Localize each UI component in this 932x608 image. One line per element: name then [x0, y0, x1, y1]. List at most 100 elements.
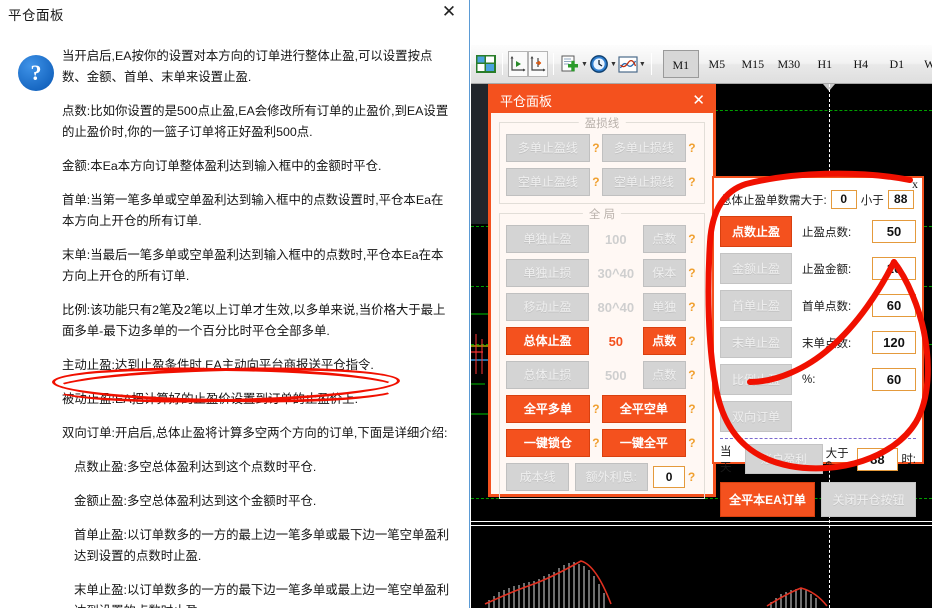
help-icon[interactable]: ? [686, 436, 698, 450]
help-icon[interactable]: ? [686, 300, 698, 314]
toolbar-separator [553, 53, 554, 75]
timeframe-m5[interactable]: M5 [699, 50, 735, 78]
short-take-profit-line-button[interactable]: 空单止盈线 [506, 168, 590, 196]
single-take-profit-value[interactable]: 100 [589, 232, 642, 247]
help-text-body: 当开启后,EA按你的设置对本方向的订单进行整体止盈,可以设置按点数、金额、首单、… [62, 46, 451, 608]
timeframe-m15[interactable]: M15 [735, 50, 771, 78]
disable-open-button[interactable]: 关闭开仓按钮 [821, 482, 916, 517]
order-count-label-before: 总体止盈单数需大于: [720, 194, 827, 207]
single-stop-loss-button[interactable]: 单独止损 [506, 259, 590, 287]
help-paragraph-indented: 金额止盈:多空总体盈利达到这个金额时平仓. [74, 494, 317, 508]
daily-profit-input[interactable]: 88 [856, 447, 899, 471]
single-take-profit-unit-button[interactable]: 点数 [642, 225, 686, 253]
total-stop-loss-value[interactable]: 500 [589, 368, 642, 383]
help-paragraph: 首单:当第一笔多单或空单盈利达到输入框中的点数设置时,平仓本Ea在本方向上开仓的… [62, 193, 444, 228]
account-profit-button[interactable]: 账户盈利 [744, 444, 823, 474]
trailing-take-profit-button[interactable]: 移动止盈 [506, 293, 590, 321]
points-take-profit-button[interactable]: 点数止盈 [720, 216, 792, 247]
popup-mode-rows: 点数止盈 止盈点数: 50 金额止盈 止盈金额: 10 首单止盈 首单点数: 6… [714, 209, 922, 432]
first-order-points-label: 首单点数: [802, 300, 852, 313]
single-stop-loss-unit-button[interactable]: 保本 [642, 259, 686, 287]
global-row: 移动止盈 80^40 单独 ? [506, 293, 698, 321]
help-icon[interactable]: ? [686, 141, 698, 155]
help-icon[interactable]: ? [590, 436, 602, 450]
chevron-down-icon[interactable]: ▼ [581, 51, 588, 77]
help-icon[interactable]: ? [590, 175, 602, 189]
vertical-line-icon[interactable] [528, 51, 548, 77]
short-stop-loss-line-button[interactable]: 空单止损线 [602, 168, 686, 196]
take-profit-points-input[interactable]: 50 [872, 220, 916, 243]
popup-close-icon[interactable]: x [912, 177, 918, 192]
amount-take-profit-button[interactable]: 金额止盈 [720, 253, 792, 284]
timeframe-h4[interactable]: H4 [843, 50, 879, 78]
help-icon[interactable]: ? [686, 402, 698, 416]
market-watch-icon[interactable] [475, 51, 497, 77]
total-take-profit-value[interactable]: 50 [589, 334, 642, 349]
cost-line-button[interactable]: 成本线 [506, 463, 570, 491]
pnl-line-legend: 盈损线 [578, 115, 626, 131]
timeframe-m1[interactable]: M1 [662, 50, 699, 78]
help-icon[interactable]: ? [686, 175, 698, 189]
chevron-down-icon[interactable]: ▼ [610, 51, 617, 77]
global-pair-row: 全平多单 ? 全平空单 ? [506, 395, 698, 423]
timeframe-h1[interactable]: H1 [807, 50, 843, 78]
total-take-profit-button[interactable]: 总体止盈 [506, 327, 590, 355]
help-icon[interactable]: ? [686, 334, 698, 348]
total-take-profit-settings-popup: x 总体止盈单数需大于: 0 小于 88 点数止盈 止盈点数: 50 金额止盈 … [712, 176, 924, 517]
order-count-min-input[interactable]: 0 [830, 190, 857, 209]
mt4-top-blank [471, 0, 932, 45]
panel-close-icon[interactable]: ✕ [692, 91, 705, 109]
total-stop-loss-unit-button[interactable]: 点数 [642, 361, 686, 389]
close-all-ea-orders-button[interactable]: 全平本EA订单 [720, 482, 815, 517]
timeframe-m30[interactable]: M30 [771, 50, 807, 78]
ratio-take-profit-button[interactable]: 比例止盈 [720, 364, 792, 395]
close-all-long-button[interactable]: 全平多单 [506, 395, 590, 423]
new-chart-icon[interactable] [559, 51, 581, 77]
popup-row: 金额止盈 止盈金额: 10 [720, 253, 916, 284]
chevron-down-icon[interactable]: ▼ [639, 51, 646, 77]
trailing-take-profit-unit-button[interactable]: 单独 [642, 293, 686, 321]
help-icon[interactable]: ? [590, 141, 602, 155]
help-icon[interactable]: ? [686, 232, 698, 246]
single-stop-loss-value[interactable]: 30^40 [589, 266, 642, 281]
last-order-take-profit-button[interactable]: 末单止盈 [720, 327, 792, 358]
long-take-profit-line-button[interactable]: 多单止盈线 [506, 134, 590, 162]
indicators-icon[interactable] [617, 51, 639, 77]
global-row: 总体止盈 50 点数 ? [506, 327, 698, 355]
timeframe-buttons: M1 M5 M15 M30 H1 H4 D1 W1 MN [662, 45, 932, 83]
extra-interest-button[interactable]: 额外利息: [574, 463, 648, 491]
order-count-max-input[interactable]: 88 [887, 190, 914, 209]
long-stop-loss-line-button[interactable]: 多单止损线 [602, 134, 686, 162]
single-take-profit-button[interactable]: 单独止盈 [506, 225, 590, 253]
one-click-close-all-button[interactable]: 一键全平 [602, 429, 686, 457]
pnl-line-section: 盈损线 多单止盈线 ? 多单止损线 ? 空单止盈线 ? 空单止损线 ? [499, 115, 705, 204]
first-order-points-input[interactable]: 60 [872, 294, 916, 317]
close-all-short-button[interactable]: 全平空单 [602, 395, 686, 423]
ratio-percent-label: %: [802, 373, 816, 386]
ratio-percent-input[interactable]: 60 [872, 368, 916, 391]
first-order-take-profit-button[interactable]: 首单止盈 [720, 290, 792, 321]
toolbar-separator [502, 53, 503, 75]
help-icon[interactable]: ? [686, 266, 698, 280]
pnl-line-row: 多单止盈线 ? 多单止损线 ? [506, 134, 698, 162]
period-clock-icon[interactable] [588, 51, 610, 77]
total-take-profit-unit-button[interactable]: 点数 [642, 327, 686, 355]
timeframe-w1[interactable]: W1 [915, 50, 932, 78]
global-pair-row: 一键锁仓 ? 一键全平 ? [506, 429, 698, 457]
help-icon[interactable]: ? [685, 470, 698, 484]
take-profit-points-label: 止盈点数: [802, 226, 852, 239]
help-icon[interactable]: ? [590, 402, 602, 416]
timeframe-d1[interactable]: D1 [879, 50, 915, 78]
total-stop-loss-button[interactable]: 总体止损 [506, 361, 590, 389]
close-icon[interactable]: ✕ [439, 2, 459, 22]
popup-row: 首单止盈 首单点数: 60 [720, 290, 916, 321]
bidirectional-orders-button[interactable]: 双向订单 [720, 401, 792, 432]
crosshair-icon[interactable] [508, 51, 528, 77]
extra-interest-input[interactable]: 0 [653, 466, 685, 488]
last-order-points-input[interactable]: 120 [872, 331, 916, 354]
help-icon[interactable]: ? [686, 368, 698, 382]
take-profit-amount-input[interactable]: 10 [872, 257, 916, 280]
one-click-hedge-button[interactable]: 一键锁仓 [506, 429, 590, 457]
panel-title-text: 平仓面板 [500, 93, 553, 109]
trailing-take-profit-value[interactable]: 80^40 [589, 300, 642, 315]
